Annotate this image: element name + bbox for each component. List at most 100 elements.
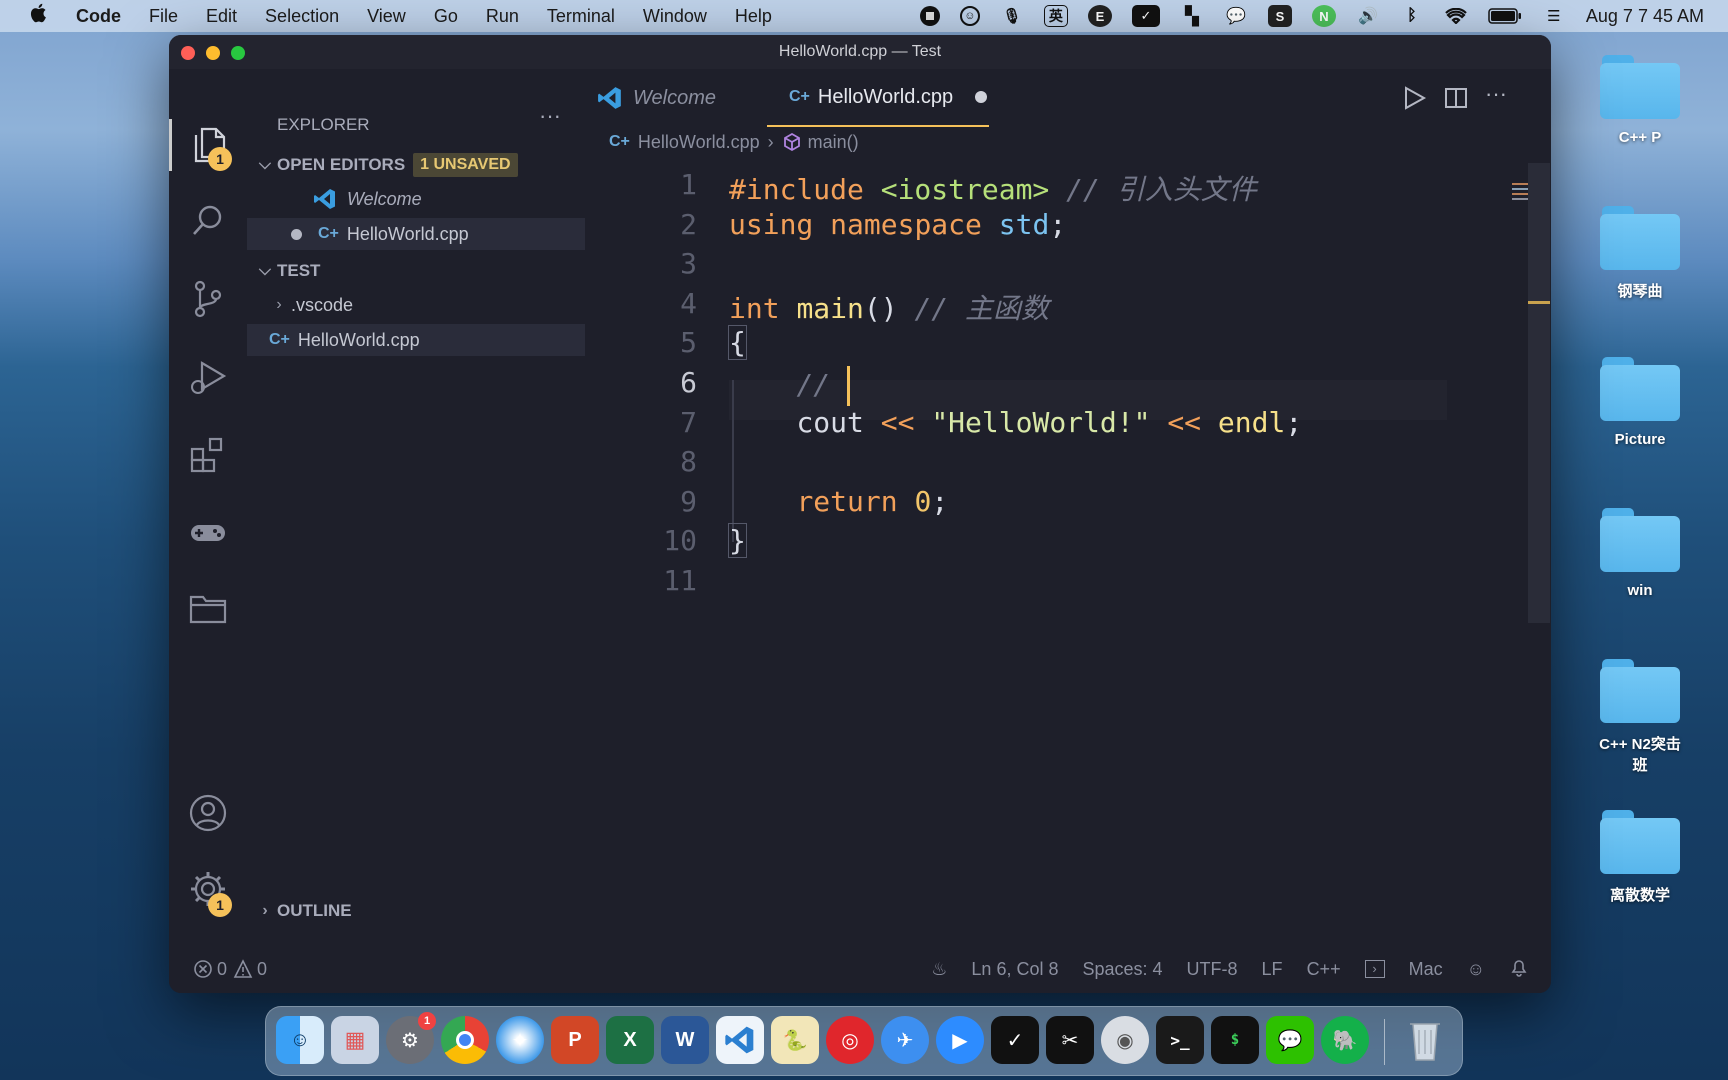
n-app-icon[interactable]: N	[1311, 5, 1336, 27]
menu-run[interactable]: Run	[486, 6, 519, 27]
trash-icon[interactable]	[1401, 1016, 1449, 1064]
extensions-button[interactable]	[182, 429, 234, 481]
open-editor-welcome[interactable]: Welcome	[247, 183, 585, 215]
open-editors-section[interactable]: ⌵ OPEN EDITORS 1 UNSAVED	[247, 149, 585, 181]
explorer-more-button[interactable]: ···	[539, 103, 561, 129]
vscode-dock-icon[interactable]	[716, 1016, 764, 1064]
explorer-button[interactable]: 1	[169, 119, 247, 171]
input-method-icon[interactable]: 英	[1043, 5, 1068, 27]
layout-icon[interactable]: ▚	[1180, 5, 1204, 27]
menu-window[interactable]: Window	[643, 6, 707, 27]
feedback-icon[interactable]: ☺	[1467, 959, 1485, 980]
tab-welcome[interactable]: Welcome	[587, 69, 757, 127]
word-icon[interactable]: W	[661, 1016, 709, 1064]
encoding[interactable]: UTF-8	[1187, 959, 1238, 980]
terminal-app-icon[interactable]: >_	[1156, 1016, 1204, 1064]
menu-app-name[interactable]: Code	[76, 6, 121, 27]
bell-icon[interactable]	[1509, 957, 1529, 982]
powerpoint-icon[interactable]: P	[551, 1016, 599, 1064]
terminal-icon[interactable]: ›	[1364, 960, 1385, 978]
desktop-folder[interactable]: C++ N2突击班	[1594, 659, 1686, 775]
control-center-icon[interactable]: ☰	[1542, 5, 1566, 27]
excel-icon[interactable]: X	[606, 1016, 654, 1064]
scrollbar-track[interactable]	[1528, 163, 1550, 623]
minimize-window-button[interactable]	[206, 46, 220, 60]
run-file-button[interactable]	[1401, 85, 1427, 116]
desktop-folder[interactable]: win	[1594, 508, 1686, 599]
folder-section-test[interactable]: ⌵ TEST	[247, 255, 585, 287]
menu-help[interactable]: Help	[735, 6, 772, 27]
cpp-file-icon: C+	[789, 88, 810, 105]
menu-go[interactable]: Go	[434, 6, 458, 27]
explorer-title: EXPLORER	[277, 115, 370, 134]
apple-menu-icon[interactable]	[0, 3, 76, 29]
accounts-button[interactable]	[182, 787, 234, 839]
cursor-position[interactable]: Ln 6, Col 8	[971, 959, 1058, 980]
zoom-icon[interactable]: ▶	[936, 1016, 984, 1064]
folders-button[interactable]	[182, 583, 234, 635]
menu-file[interactable]: File	[149, 6, 178, 27]
volume-icon[interactable]: 🔊	[1356, 5, 1380, 27]
python-icon[interactable]: 🐍	[771, 1016, 819, 1064]
microphone-icon[interactable]: 🎙	[1000, 5, 1024, 27]
launchpad-icon[interactable]: ▦	[331, 1016, 379, 1064]
desktop-folder[interactable]: C++ P	[1594, 55, 1686, 146]
manage-button[interactable]: 1	[182, 863, 234, 917]
safari-icon[interactable]: ✦	[496, 1016, 544, 1064]
platform[interactable]: Mac	[1409, 959, 1443, 980]
wechat-tray-icon[interactable]: 💬	[1224, 5, 1248, 27]
s-app-icon[interactable]: S	[1267, 5, 1292, 27]
explorer-sidebar: EXPLORER ··· ⌵ OPEN EDITORS 1 UNSAVED We…	[247, 69, 587, 945]
bird-app-icon[interactable]: ✓	[1131, 5, 1160, 27]
outline-section[interactable]: › OUTLINE	[247, 895, 585, 927]
desktop-folder[interactable]: 钢琴曲	[1594, 206, 1686, 301]
desktop-folder[interactable]: Picture	[1594, 357, 1686, 448]
menu-selection[interactable]: Selection	[265, 6, 339, 27]
breadcrumb-symbol[interactable]: main()	[808, 132, 859, 153]
dirty-dot-icon[interactable]	[975, 91, 988, 103]
line-number: 1	[680, 168, 697, 201]
run-debug-button[interactable]	[182, 351, 234, 403]
finder-icon[interactable]: ☺	[276, 1016, 324, 1064]
system-preferences-icon[interactable]: ⚙ 1	[386, 1012, 436, 1064]
editor-more-button[interactable]: ···	[1485, 81, 1507, 107]
zoom-window-button[interactable]	[231, 46, 245, 60]
tree-item-vscode[interactable]: › .vscode	[247, 289, 585, 321]
language-mode[interactable]: C++	[1307, 959, 1341, 980]
breadcrumb-file[interactable]: HelloWorld.cpp	[638, 132, 760, 153]
netease-music-icon[interactable]: ◎	[826, 1016, 874, 1064]
record-icon[interactable]	[919, 6, 940, 26]
desktop-folder[interactable]: 离散数学	[1594, 810, 1686, 905]
battery-icon[interactable]	[1488, 5, 1522, 27]
tab-helloworld[interactable]: C+ HelloWorld.cpp	[767, 69, 989, 127]
menu-terminal[interactable]: Terminal	[547, 6, 615, 27]
search-button[interactable]	[182, 195, 234, 247]
source-control-button[interactable]	[182, 273, 234, 325]
wechat-dock-icon[interactable]: 💬	[1266, 1016, 1314, 1064]
gamepad-button[interactable]	[182, 507, 234, 559]
capcut-icon[interactable]: ✂	[1046, 1016, 1094, 1064]
emoji-icon[interactable]: ☺	[959, 6, 980, 26]
menu-edit[interactable]: Edit	[206, 6, 237, 27]
split-editor-button[interactable]	[1443, 85, 1469, 116]
flame-icon[interactable]: ♨	[931, 959, 947, 980]
wifi-icon[interactable]	[1444, 5, 1468, 27]
evernote-tray-icon[interactable]: E	[1087, 5, 1112, 27]
feishu-icon[interactable]: ✈	[881, 1016, 929, 1064]
menubar-clock[interactable]: Aug 7 7 45 AM	[1586, 6, 1704, 27]
menu-view[interactable]: View	[367, 6, 406, 27]
indentation[interactable]: Spaces: 4	[1082, 959, 1162, 980]
chrome-icon[interactable]	[441, 1016, 489, 1064]
open-editor-helloworld[interactable]: C+ HelloWorld.cpp	[247, 218, 585, 250]
problems-indicator[interactable]: 0 0	[193, 959, 267, 980]
code-editor[interactable]: 1 2 3 4 5 6 7 8 9 10 11 #include <iostre…	[587, 163, 1551, 783]
bluetooth-icon[interactable]: ᛒ	[1400, 5, 1424, 27]
line-ending[interactable]: LF	[1262, 959, 1283, 980]
close-window-button[interactable]	[181, 46, 195, 60]
evernote-dock-icon[interactable]: 🐘	[1321, 1016, 1369, 1064]
tree-item-helloworld[interactable]: C+ HelloWorld.cpp	[247, 324, 585, 356]
bird-dock-icon[interactable]: ✓	[991, 1016, 1039, 1064]
folder-icon	[1600, 659, 1680, 723]
disk-utility-icon[interactable]: ◉	[1101, 1016, 1149, 1064]
iterm-icon[interactable]: $	[1211, 1016, 1259, 1064]
